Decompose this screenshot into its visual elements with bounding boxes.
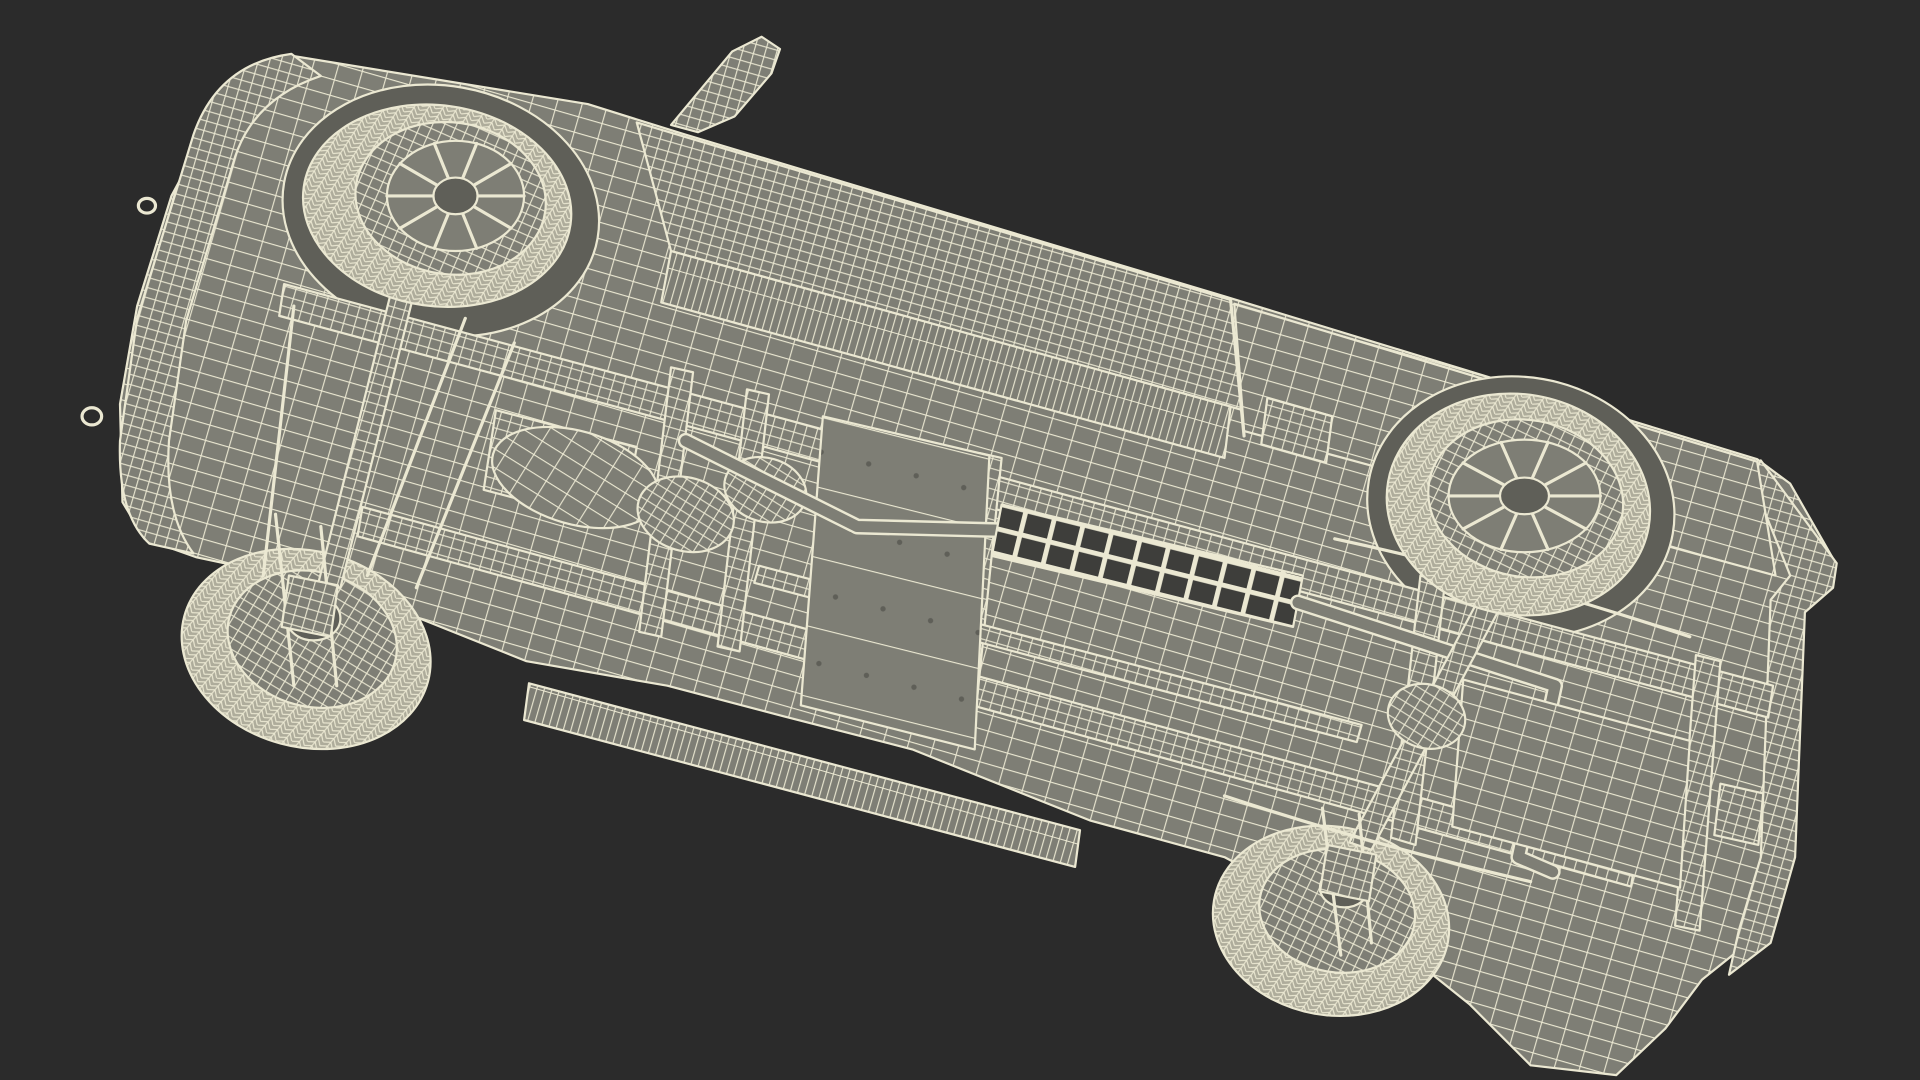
truck-underside-wireframe: [80, 35, 1838, 1077]
render-viewport: [0, 0, 1920, 1080]
front-left-hub-cap: [432, 176, 479, 216]
front-tow-hook-lower: [80, 406, 104, 427]
rear-left-hub-cap: [1498, 476, 1551, 516]
front-right-steering-knuckle: [280, 574, 340, 638]
front-tow-hook-upper: [136, 196, 158, 215]
skid-plate: [799, 415, 991, 751]
trailer-hitch: [1713, 782, 1765, 846]
rear-right-spring-perch: [1318, 843, 1378, 903]
side-mirror: [669, 35, 782, 134]
